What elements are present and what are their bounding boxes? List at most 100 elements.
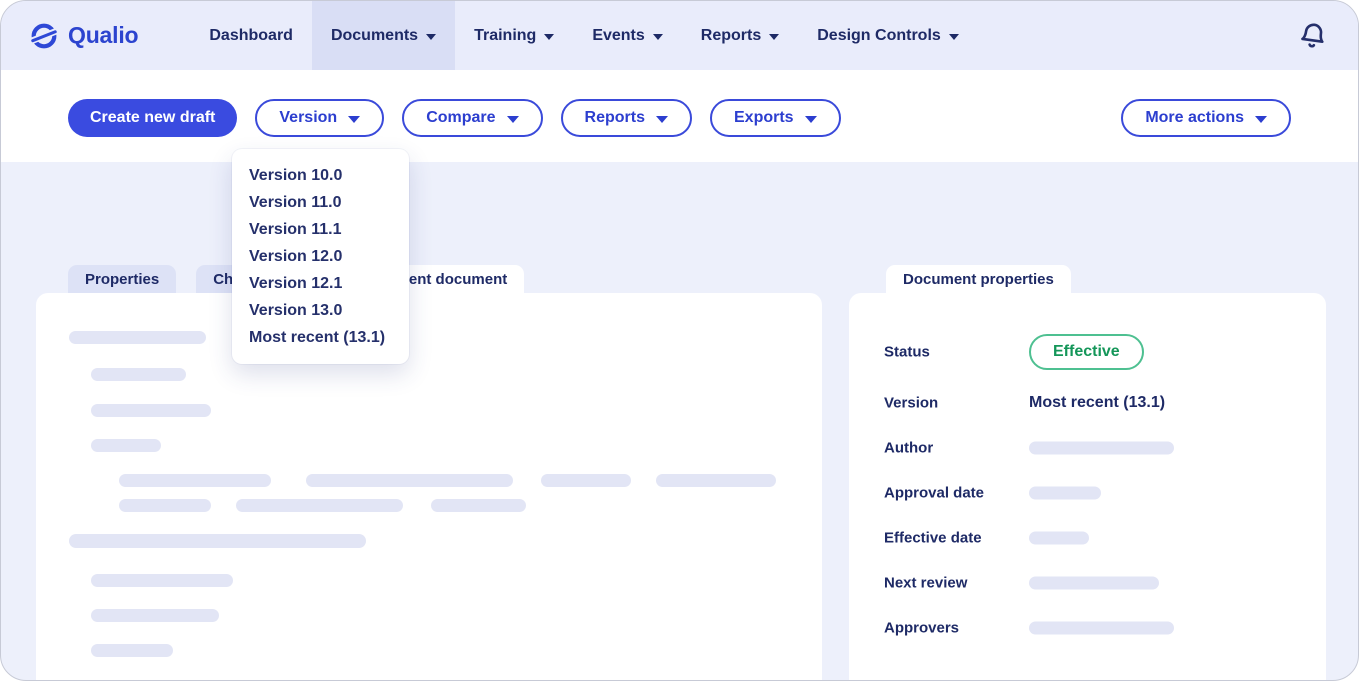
property-label: Author <box>884 439 933 456</box>
property-row-approval-date: Approval date <box>849 470 1326 515</box>
version-menu-item-version-12-0[interactable]: Version 12.0 <box>232 243 409 270</box>
skeleton-line <box>656 474 776 487</box>
skeleton-line <box>541 474 631 487</box>
skeleton-line <box>431 499 526 512</box>
property-value: Most recent (13.1) <box>1029 394 1165 412</box>
chevron-down-icon <box>348 116 360 123</box>
skeleton-line <box>1029 531 1089 544</box>
property-label: Version <box>884 394 938 411</box>
chevron-down-icon <box>805 116 817 123</box>
skeleton-line <box>1029 576 1159 589</box>
nav-item-documents[interactable]: Documents <box>312 1 455 70</box>
nav-item-design-controls[interactable]: Design Controls <box>798 1 978 70</box>
chevron-down-icon <box>656 116 668 123</box>
button-label: Exports <box>734 109 794 127</box>
skeleton-line <box>306 474 513 487</box>
skeleton-line <box>1029 486 1101 499</box>
property-value: Effective <box>1029 334 1144 370</box>
property-row-next-review: Next review <box>849 560 1326 605</box>
property-value <box>1029 441 1174 454</box>
skeleton-line <box>119 474 271 487</box>
chevron-down-icon <box>653 34 663 40</box>
skeleton-line <box>69 534 366 548</box>
version-menu-item-version-10-0[interactable]: Version 10.0 <box>232 162 409 189</box>
nav-item-label: Events <box>592 27 644 45</box>
nav-item-reports[interactable]: Reports <box>682 1 798 70</box>
property-label: Approvers <box>884 619 959 636</box>
property-label: Approval date <box>884 484 984 501</box>
exports-dropdown-button[interactable]: Exports <box>710 99 841 137</box>
compare-dropdown-button[interactable]: Compare <box>402 99 542 137</box>
version-menu-item-version-12-1[interactable]: Version 12.1 <box>232 270 409 297</box>
property-row-status: Status Effective <box>849 329 1326 374</box>
document-properties-card: Status Effective Version Most recent (13.1)… <box>849 293 1326 681</box>
app-window: Qualio Dashboard Documents Training Events R… <box>0 0 1359 681</box>
skeleton-line <box>236 499 403 512</box>
create-new-draft-button[interactable]: Create new draft <box>68 99 237 137</box>
property-value <box>1029 576 1159 589</box>
qualio-logo[interactable]: Qualio <box>29 1 138 70</box>
nav-item-training[interactable]: Training <box>455 1 573 70</box>
version-menu-item-version-11-0[interactable]: Version 11.0 <box>232 189 409 216</box>
version-menu-item-most-recent-13-1[interactable]: Most recent (13.1) <box>232 324 409 351</box>
property-value <box>1029 531 1089 544</box>
property-value <box>1029 486 1101 499</box>
toolbar-dropdowns: Version Compare Reports Exports <box>255 99 840 137</box>
nav-item-events[interactable]: Events <box>573 1 681 70</box>
property-row-approvers: Approvers <box>849 605 1326 650</box>
property-value <box>1029 621 1174 634</box>
property-row-author: Author <box>849 425 1326 470</box>
property-value-text: Most recent (13.1) <box>1029 394 1165 412</box>
skeleton-line <box>119 499 211 512</box>
property-row-version: Version Most recent (13.1) <box>849 380 1326 425</box>
button-label: More actions <box>1145 109 1244 127</box>
tab-label: Document properties <box>903 271 1054 288</box>
skeleton-line <box>91 609 219 622</box>
skeleton-line <box>1029 621 1174 634</box>
chevron-down-icon <box>949 34 959 40</box>
notifications-button[interactable] <box>1298 1 1328 70</box>
chevron-down-icon <box>426 34 436 40</box>
tab-document-properties[interactable]: Document properties <box>886 265 1071 293</box>
nav-menu: Dashboard Documents Training Events Reports D… <box>190 1 977 70</box>
top-navigation: Qualio Dashboard Documents Training Events R… <box>1 1 1358 70</box>
bell-icon <box>1298 21 1328 51</box>
property-label: Status <box>884 343 930 360</box>
nav-item-label: Training <box>474 27 536 45</box>
version-menu-item-version-11-1[interactable]: Version 11.1 <box>232 216 409 243</box>
properties-tabs: Document properties <box>886 265 1071 293</box>
property-label: Effective date <box>884 529 982 546</box>
nav-item-label: Documents <box>331 27 418 45</box>
button-label: Create new draft <box>90 109 215 127</box>
skeleton-line <box>1029 441 1174 454</box>
skeleton-line <box>69 331 206 344</box>
skeleton-line <box>91 644 173 657</box>
skeleton-line <box>91 574 233 587</box>
chevron-down-icon <box>544 34 554 40</box>
tab-properties[interactable]: Properties <box>68 265 176 293</box>
chevron-down-icon <box>769 34 779 40</box>
reports-dropdown-button[interactable]: Reports <box>561 99 692 137</box>
nav-item-label: Design Controls <box>817 27 941 45</box>
button-label: Version <box>279 109 337 127</box>
document-toolbar: Create new draft Version Compare Reports Ex… <box>68 99 1291 137</box>
brand-name: Qualio <box>68 22 138 49</box>
skeleton-line <box>91 404 211 417</box>
property-row-effective-date: Effective date <box>849 515 1326 560</box>
property-label: Next review <box>884 574 967 591</box>
nav-item-dashboard[interactable]: Dashboard <box>190 1 312 70</box>
chevron-down-icon <box>1255 116 1267 123</box>
version-dropdown-button[interactable]: Version <box>255 99 384 137</box>
version-dropdown-menu: Version 10.0Version 11.0Version 11.1Vers… <box>232 149 409 364</box>
document-content-card <box>36 293 822 681</box>
skeleton-line <box>91 368 186 381</box>
chevron-down-icon <box>507 116 519 123</box>
nav-item-label: Reports <box>701 27 761 45</box>
qualio-logo-icon <box>29 21 59 51</box>
button-label: Reports <box>585 109 645 127</box>
version-menu-item-version-13-0[interactable]: Version 13.0 <box>232 297 409 324</box>
button-label: Compare <box>426 109 495 127</box>
more-actions-button[interactable]: More actions <box>1121 99 1291 137</box>
skeleton-line <box>91 439 161 452</box>
nav-item-label: Dashboard <box>209 27 293 45</box>
